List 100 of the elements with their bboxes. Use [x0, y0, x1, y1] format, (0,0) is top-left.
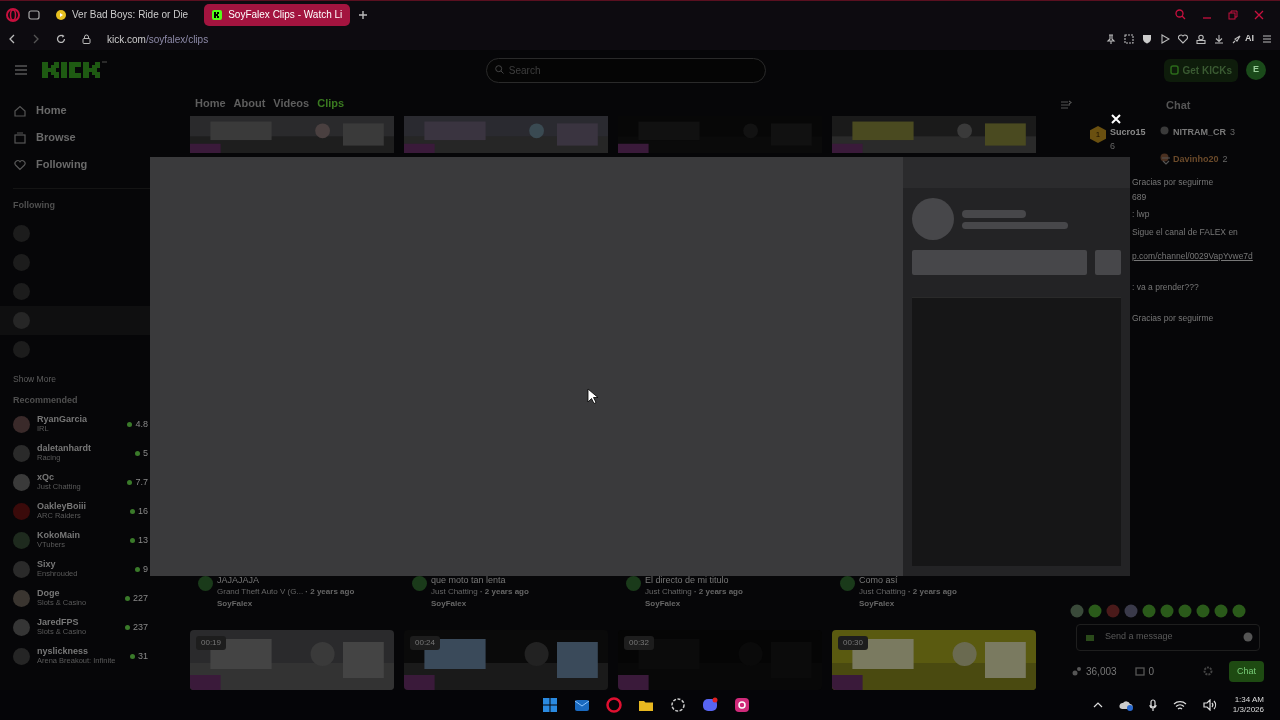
sidebar-nav-item[interactable]: Browse [0, 124, 190, 151]
chevron-up-icon[interactable] [1092, 701, 1103, 709]
sidebar-nav-item[interactable]: Home [0, 97, 190, 124]
channel-avatar[interactable] [13, 415, 30, 433]
channel-avatar[interactable] [626, 576, 641, 592]
gifter-name[interactable]: NITRAM_CR [1173, 126, 1226, 140]
emote-icon[interactable] [1232, 603, 1246, 618]
wifi-icon[interactable] [1172, 699, 1187, 711]
emote-icon[interactable] [1160, 603, 1174, 618]
channel-name[interactable]: daletanhardt [37, 444, 91, 455]
channel-name[interactable]: SoyFalex [645, 598, 743, 610]
channel-avatar[interactable] [13, 444, 30, 462]
clip-title[interactable]: Como así [859, 576, 957, 586]
browser-tab[interactable]: SoyFalex Clips - Watch Li [204, 3, 351, 26]
clock-time[interactable]: 1:34 AM [1232, 695, 1264, 705]
channel-tab[interactable]: Home [195, 94, 226, 112]
gifter-name[interactable]: Sucro15 [1110, 126, 1146, 140]
sidebar-nav-item[interactable]: Following [0, 151, 190, 178]
channel-name[interactable]: nyslickness [37, 647, 116, 658]
menu-icon[interactable] [14, 64, 28, 76]
channel-name[interactable]: RyanGarcia [37, 415, 88, 426]
channel-avatar[interactable] [13, 618, 30, 636]
emote-icon[interactable] [1070, 603, 1084, 618]
clip-category[interactable]: Just Chatting [859, 587, 906, 596]
forward-icon[interactable] [32, 34, 40, 44]
new-tab-icon[interactable] [358, 9, 369, 20]
user-icon[interactable] [1196, 34, 1206, 44]
search-icon[interactable] [1175, 9, 1186, 20]
show-more-link[interactable]: Show More [0, 371, 190, 387]
send-button[interactable]: Chat [1229, 660, 1264, 682]
channel-avatar[interactable] [13, 560, 30, 578]
channel-name[interactable]: xQc [37, 473, 81, 484]
restore-icon[interactable] [1228, 9, 1238, 20]
ai-button[interactable]: AI [1232, 32, 1254, 46]
chat-app-icon[interactable] [702, 697, 718, 713]
browser-logo-icon[interactable] [606, 697, 622, 713]
channel-avatar[interactable] [412, 576, 427, 592]
user-avatar[interactable]: E [1246, 60, 1266, 80]
back-icon[interactable] [8, 34, 16, 44]
pin-icon[interactable] [1106, 34, 1116, 44]
channel-avatar[interactable] [13, 531, 30, 549]
heart-icon[interactable] [1178, 34, 1188, 44]
channel-name[interactable]: KokoMain [37, 531, 80, 542]
channel-name[interactable]: Sixy [37, 560, 78, 571]
snapshot-icon[interactable] [1124, 34, 1134, 44]
clip-thumbnail[interactable]: 00:32 [618, 630, 822, 690]
clip-thumbnail[interactable]: 00:30 [832, 630, 1036, 690]
clock-date[interactable]: 1/3/2026 [1232, 705, 1264, 715]
emote-icon[interactable] [1196, 603, 1210, 618]
clip-title[interactable]: JAJAJAJA [217, 576, 355, 586]
emote-icon[interactable] [1124, 603, 1138, 618]
channel-name[interactable]: JaredFPS [37, 618, 87, 629]
emote-icon[interactable] [1142, 603, 1156, 618]
gifter-name[interactable]: Davinho20 [1173, 153, 1219, 167]
clip-title[interactable]: que moto tan lenta [431, 576, 529, 586]
download-icon[interactable] [1214, 34, 1224, 44]
clip-thumbnail[interactable]: 00:24 [404, 630, 608, 690]
channel-name[interactable]: SoyFalex [217, 598, 355, 610]
channel-avatar[interactable] [198, 576, 213, 592]
browser-logo-icon[interactable] [6, 7, 20, 22]
start-icon[interactable] [542, 697, 558, 713]
microphone-icon[interactable] [1148, 699, 1157, 711]
message-field[interactable]: Send a message [1103, 629, 1235, 645]
speaker-icon[interactable] [1202, 699, 1217, 711]
channel-tab[interactable]: Clips [317, 94, 345, 112]
channel-avatar[interactable] [13, 647, 30, 665]
channel-name[interactable]: OakleyBoiii [37, 502, 87, 513]
play-icon[interactable] [1160, 34, 1170, 44]
channel-name[interactable]: SoyFalex [431, 598, 529, 610]
channel-name[interactable]: SoyFalex [859, 598, 957, 610]
emote-icon[interactable] [1106, 603, 1120, 618]
emote-icon[interactable] [1214, 603, 1228, 618]
camera-app-icon[interactable] [734, 697, 750, 713]
reload-icon[interactable] [56, 34, 66, 44]
emote-icon[interactable] [1088, 603, 1102, 618]
shield-icon[interactable] [1142, 34, 1152, 44]
message-box[interactable]: Send a message [1076, 623, 1260, 651]
channel-tab[interactable]: About [233, 94, 266, 112]
clip-thumbnail[interactable]: 00:19 [190, 630, 394, 690]
cloud-icon[interactable] [1118, 699, 1133, 711]
emote-icon[interactable] [1178, 603, 1192, 618]
emoji-icon[interactable] [1243, 632, 1253, 642]
mail-icon[interactable] [574, 697, 590, 713]
menu-icon[interactable] [1262, 34, 1272, 44]
play-circle-icon [56, 9, 66, 20]
channel-avatar[interactable] [13, 589, 30, 607]
channel-name[interactable]: Doge [37, 589, 87, 600]
clip-category[interactable]: Just Chatting [645, 587, 692, 596]
clip-category[interactable]: Grand Theft Auto V (G... [217, 587, 304, 596]
kick-logo[interactable] [42, 60, 108, 80]
chevron-down-icon[interactable] [1161, 157, 1171, 165]
clip-title[interactable]: El directo de mi titulo [645, 576, 743, 586]
tab-islands-icon[interactable] [28, 9, 40, 20]
collapse-icon[interactable] [1060, 100, 1072, 110]
channel-avatar[interactable] [840, 576, 855, 592]
browser-tab[interactable]: Ver Bad Boys: Ride or Die [48, 3, 197, 26]
clip-category[interactable]: Just Chatting [431, 587, 478, 596]
channel-tab[interactable]: Videos [273, 94, 310, 112]
channel-avatar[interactable] [13, 473, 30, 491]
address-bar[interactable]: kick.com/soyfalex/clips [107, 31, 209, 47]
